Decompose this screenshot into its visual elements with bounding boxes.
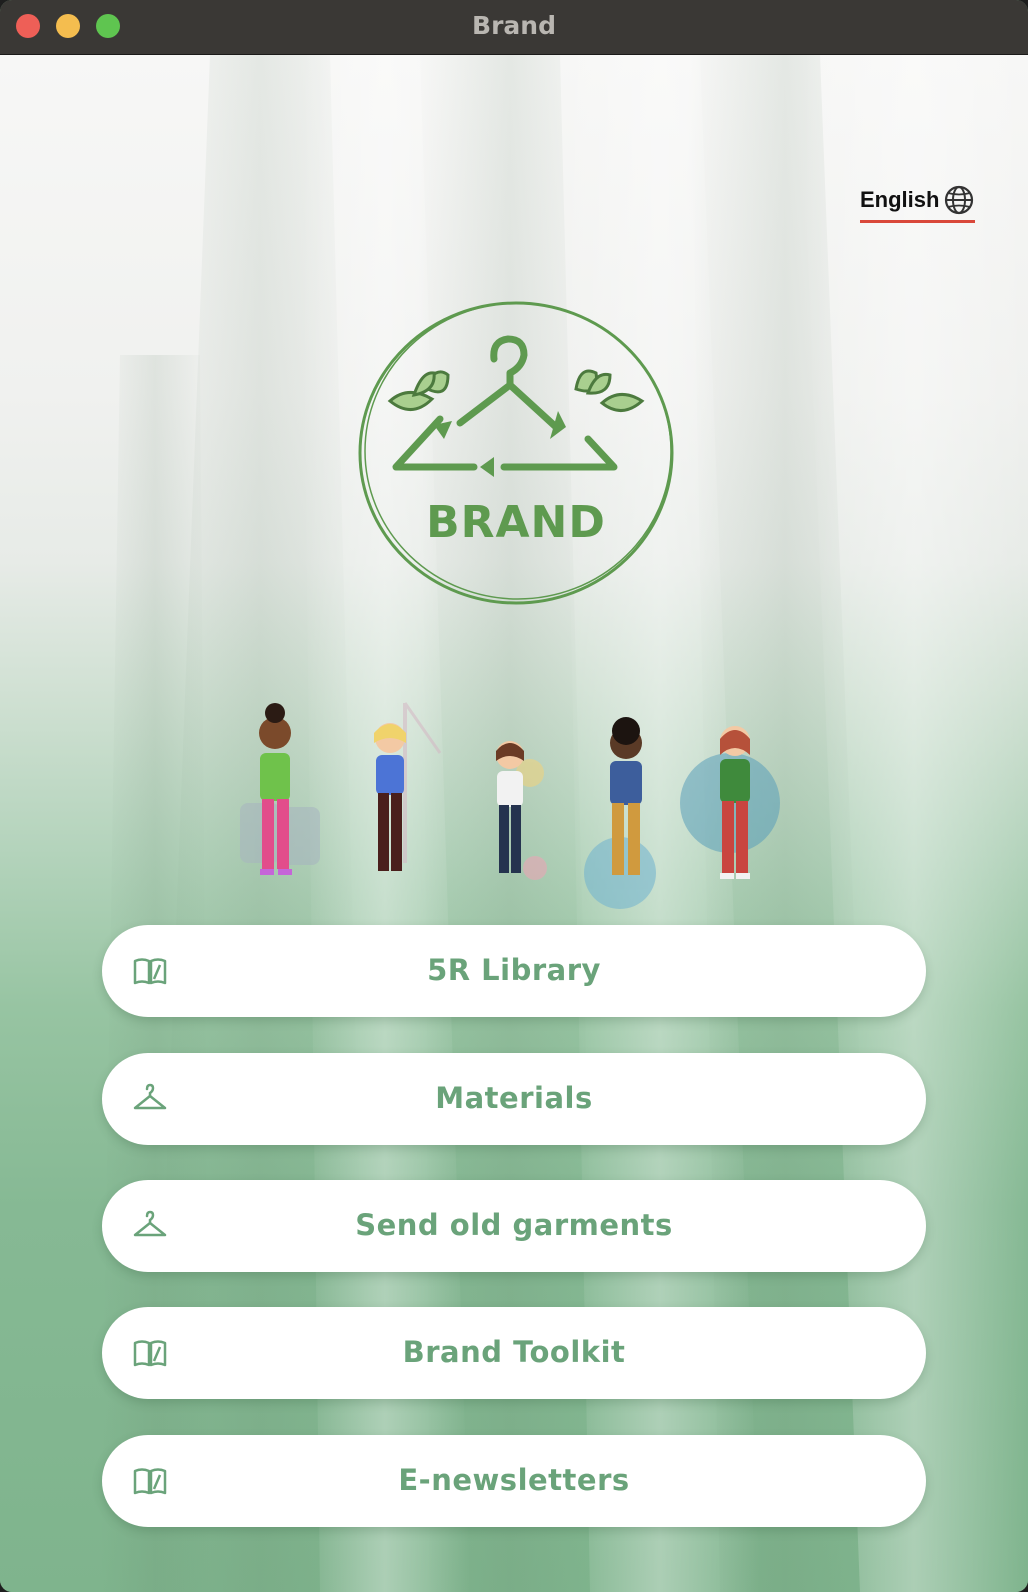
logo-emblem: [358, 301, 674, 605]
logo-wordmark: BRAND: [426, 497, 606, 548]
main-content: English BRAND 5R Library Materials Send …: [0, 55, 1028, 1592]
person-3: [496, 741, 524, 873]
menu-button-label: 5R Library: [427, 953, 601, 987]
globe-icon: [945, 185, 974, 215]
menu-button-5r-library[interactable]: 5R Library: [102, 925, 926, 1017]
person-5: [720, 726, 750, 879]
language-selector[interactable]: English: [860, 182, 976, 223]
menu-button-label: Brand Toolkit: [402, 1335, 626, 1369]
title-bar: Brand: [0, 0, 1028, 55]
menu-button-e-newsletters[interactable]: E-newsletters: [102, 1435, 926, 1527]
window-title: Brand: [472, 11, 556, 40]
people-illustration: [240, 702, 780, 909]
menu-button-label: E-newsletters: [398, 1463, 630, 1497]
menu-button-materials[interactable]: Materials: [102, 1053, 926, 1145]
menu-button-label: Materials: [435, 1081, 593, 1115]
menu-button-label: Send old garments: [355, 1208, 673, 1242]
person-2: [374, 723, 406, 871]
menu-button-brand-toolkit[interactable]: Brand Toolkit: [102, 1307, 926, 1399]
app-window: Brand English BRAND 5R Library Materials…: [0, 0, 1028, 1592]
language-label: English: [860, 187, 940, 212]
menu-button-send-old-garments[interactable]: Send old garments: [102, 1180, 926, 1272]
brand-logo: BRAND: [352, 299, 680, 615]
